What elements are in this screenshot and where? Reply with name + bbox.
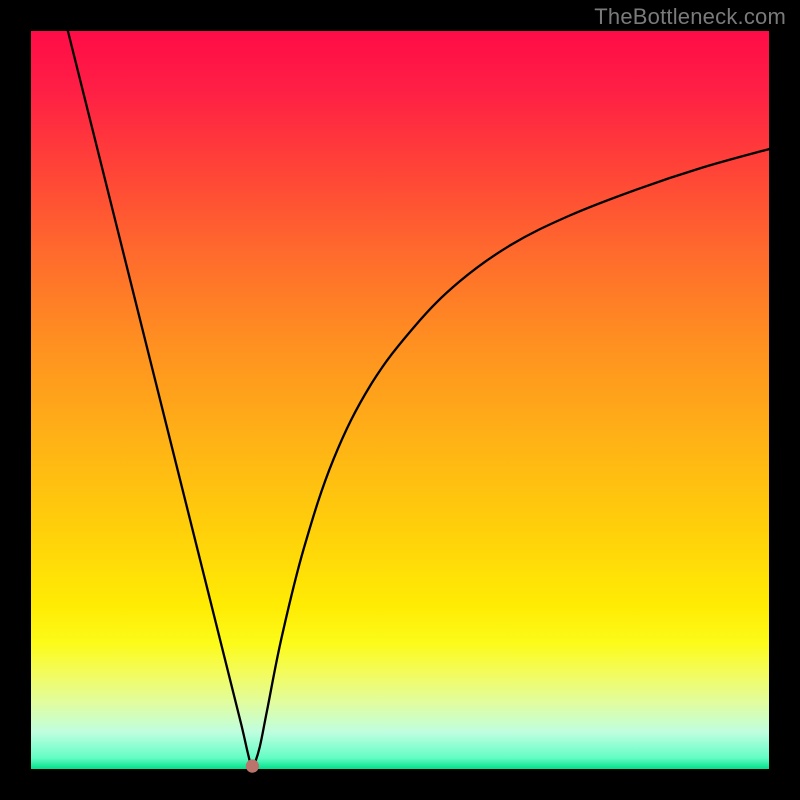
optimum-marker (246, 759, 259, 772)
curve-right-branch (254, 149, 769, 766)
bottleneck-curve (31, 31, 769, 769)
chart-plot-area (31, 31, 769, 769)
curve-left-branch (68, 31, 251, 766)
watermark-label: TheBottleneck.com (594, 4, 786, 30)
